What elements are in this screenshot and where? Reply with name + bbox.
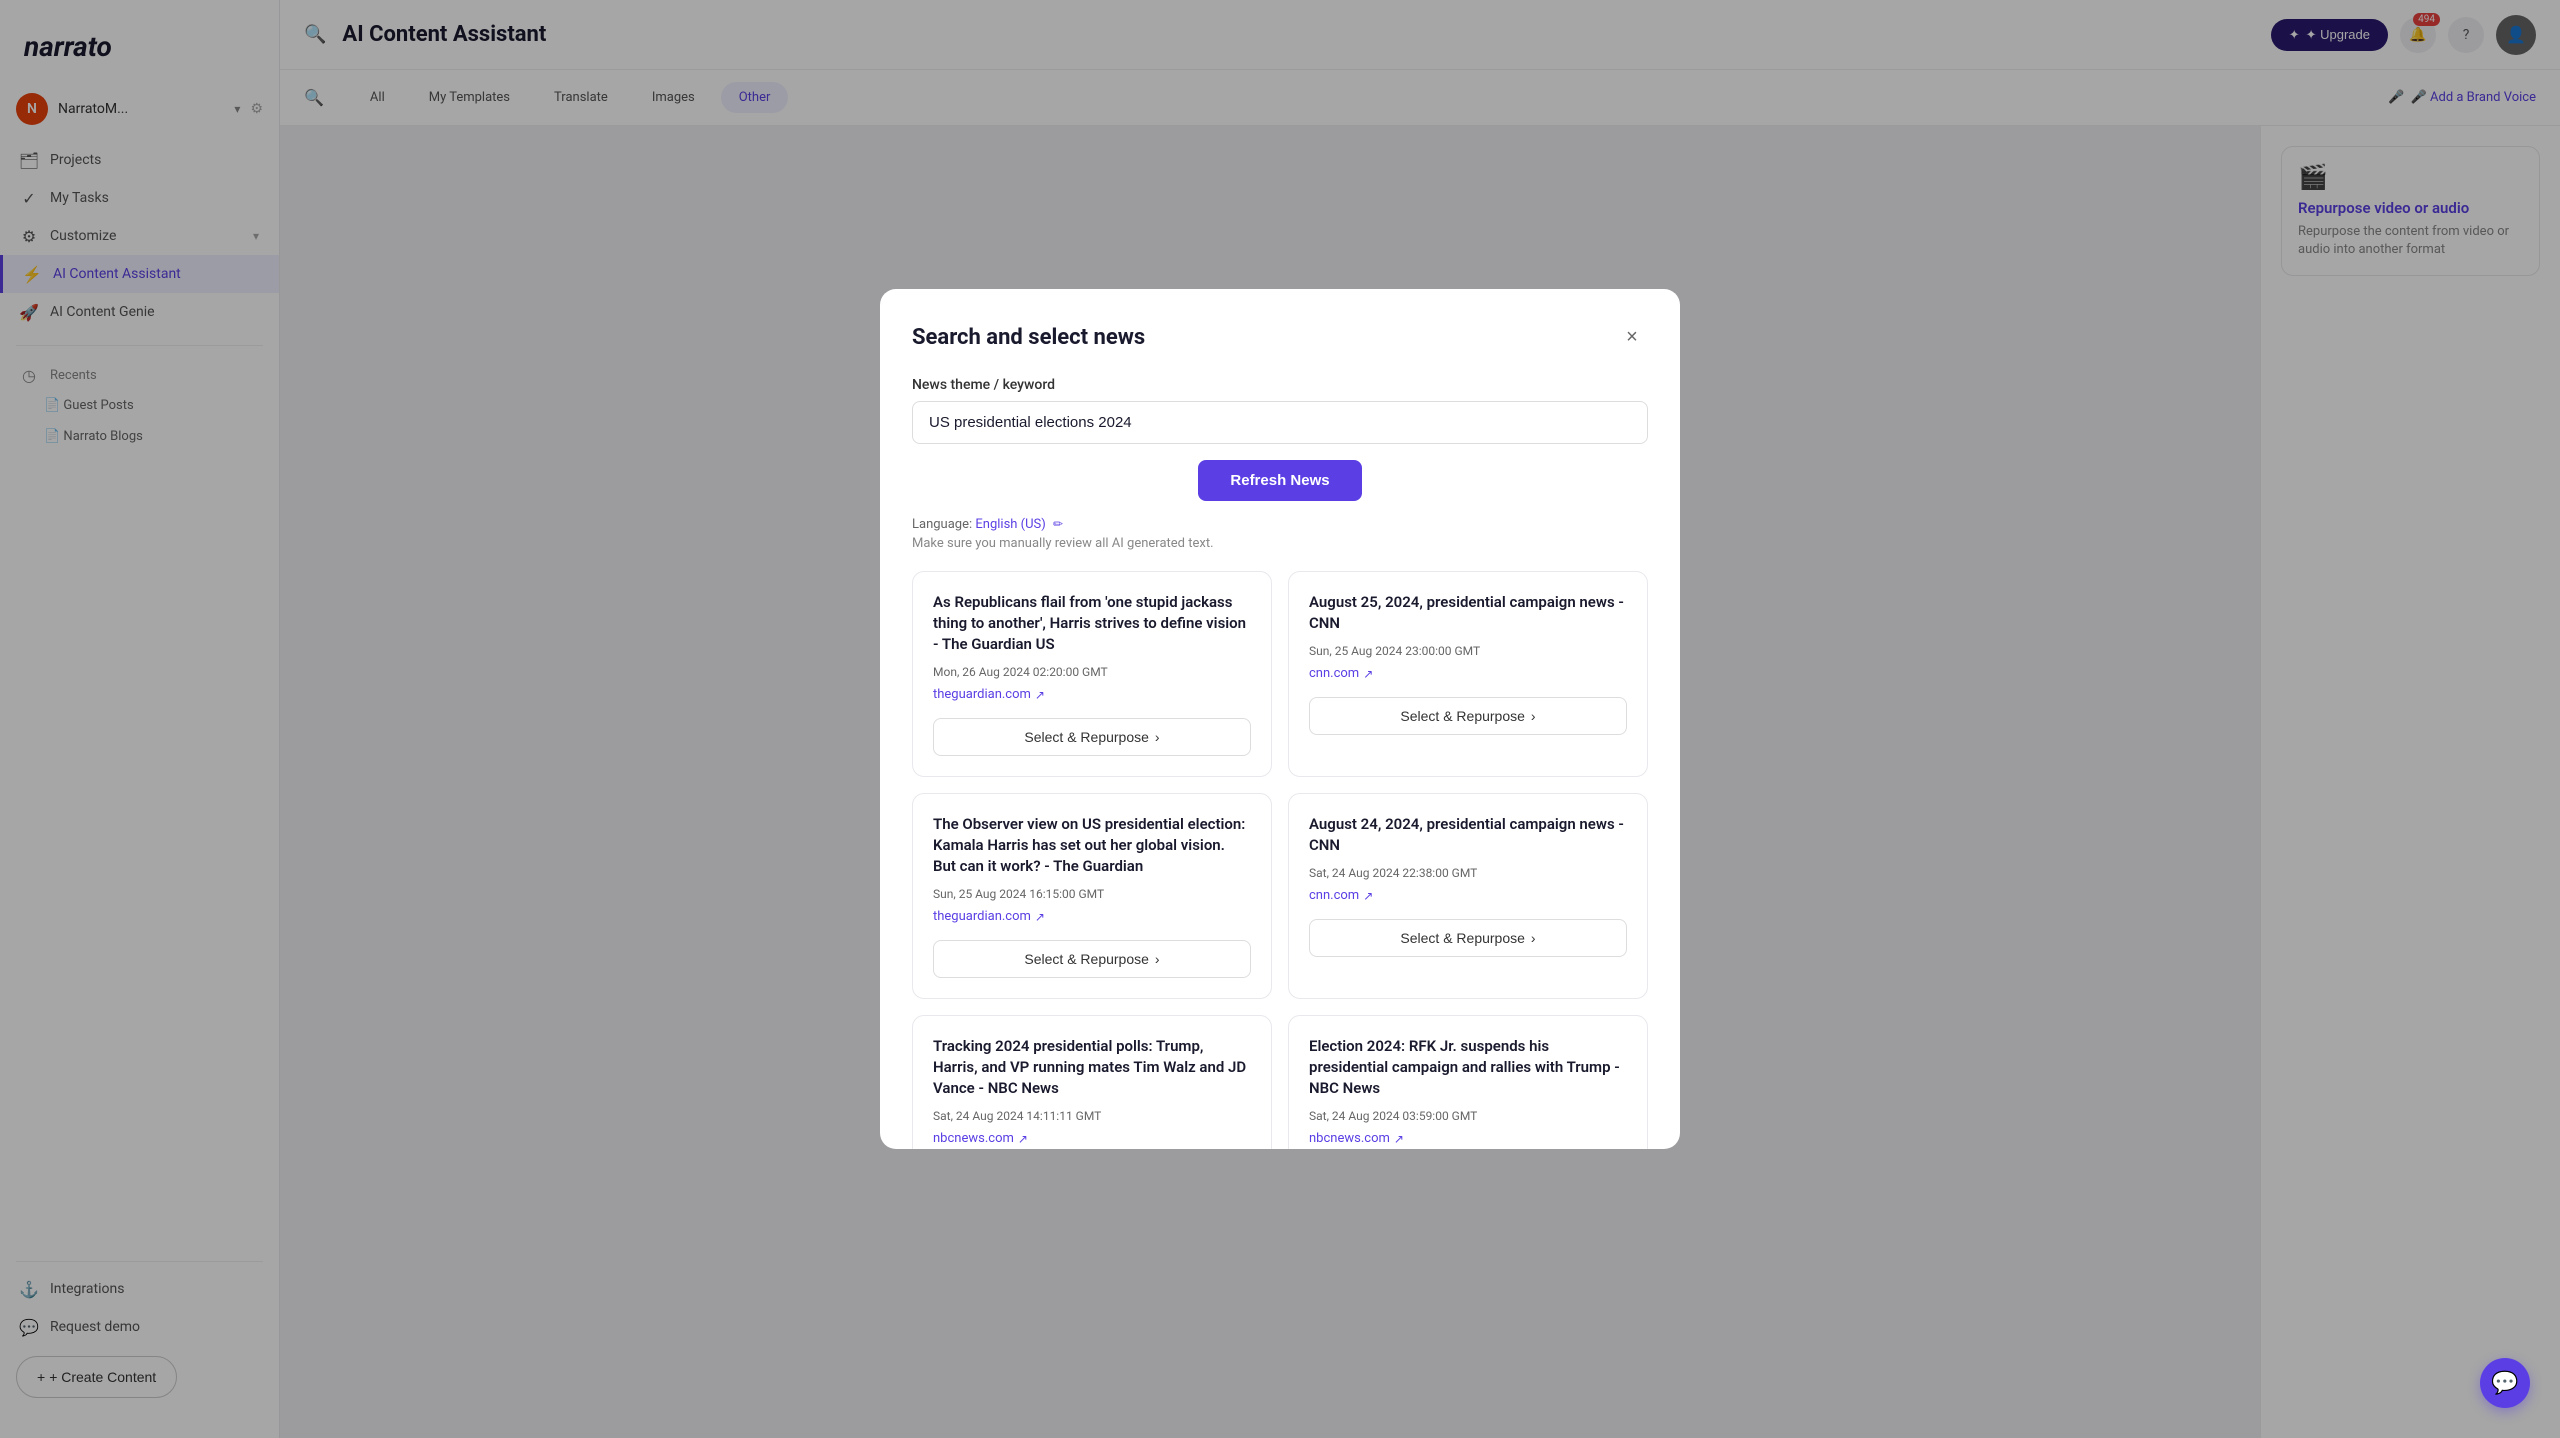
article-5-title: Tracking 2024 presidential polls: Trump,… bbox=[933, 1036, 1251, 1099]
external-link-icon: ↗ bbox=[1363, 889, 1373, 903]
article-3-select-button[interactable]: Select & Repurpose › bbox=[933, 940, 1251, 978]
chat-support-button[interactable]: 💬 bbox=[2480, 1358, 2530, 1408]
article-1-select-button[interactable]: Select & Repurpose › bbox=[933, 718, 1251, 756]
chevron-right-icon: › bbox=[1155, 951, 1160, 967]
news-card-3: The Observer view on US presidential ele… bbox=[912, 793, 1272, 999]
article-6-date: Sat, 24 Aug 2024 03:59:00 GMT bbox=[1309, 1109, 1627, 1123]
language-link[interactable]: English (US) bbox=[975, 517, 1045, 532]
article-3-source[interactable]: theguardian.com ↗ bbox=[933, 909, 1251, 924]
news-field-label: News theme / keyword bbox=[912, 377, 1648, 393]
news-card-5: Tracking 2024 presidential polls: Trump,… bbox=[912, 1015, 1272, 1149]
article-3-date: Sun, 25 Aug 2024 16:15:00 GMT bbox=[933, 887, 1251, 901]
article-6-title: Election 2024: RFK Jr. suspends his pres… bbox=[1309, 1036, 1627, 1099]
article-5-source[interactable]: nbcnews.com ↗ bbox=[933, 1131, 1251, 1146]
disclaimer-text: Make sure you manually review all AI gen… bbox=[912, 536, 1648, 551]
article-1-date: Mon, 26 Aug 2024 02:20:00 GMT bbox=[933, 665, 1251, 679]
article-2-date: Sun, 25 Aug 2024 23:00:00 GMT bbox=[1309, 644, 1627, 658]
article-1-title: As Republicans flail from 'one stupid ja… bbox=[933, 592, 1251, 655]
news-search-input[interactable] bbox=[912, 401, 1648, 444]
news-articles-grid: As Republicans flail from 'one stupid ja… bbox=[912, 571, 1648, 1149]
modal-title: Search and select news bbox=[912, 325, 1145, 350]
article-6-source[interactable]: nbcnews.com ↗ bbox=[1309, 1131, 1627, 1146]
refresh-news-button[interactable]: Refresh News bbox=[1198, 460, 1361, 501]
external-link-icon: ↗ bbox=[1394, 1132, 1404, 1146]
article-2-title: August 25, 2024, presidential campaign n… bbox=[1309, 592, 1627, 634]
language-edit-icon[interactable]: ✏ bbox=[1053, 517, 1063, 531]
external-link-icon: ↗ bbox=[1035, 910, 1045, 924]
article-2-select-button[interactable]: Select & Repurpose › bbox=[1309, 697, 1627, 735]
news-card-1: As Republicans flail from 'one stupid ja… bbox=[912, 571, 1272, 777]
chevron-right-icon: › bbox=[1155, 729, 1160, 745]
modal-close-button[interactable]: × bbox=[1616, 321, 1648, 353]
article-2-source[interactable]: cnn.com ↗ bbox=[1309, 666, 1627, 681]
language-row: Language: English (US) ✏ bbox=[912, 517, 1648, 532]
article-5-date: Sat, 24 Aug 2024 14:11:11 GMT bbox=[933, 1109, 1251, 1123]
chevron-right-icon: › bbox=[1531, 708, 1536, 724]
news-card-6: Election 2024: RFK Jr. suspends his pres… bbox=[1288, 1015, 1648, 1149]
article-4-title: August 24, 2024, presidential campaign n… bbox=[1309, 814, 1627, 856]
news-card-4: August 24, 2024, presidential campaign n… bbox=[1288, 793, 1648, 999]
article-4-select-button[interactable]: Select & Repurpose › bbox=[1309, 919, 1627, 957]
article-4-source[interactable]: cnn.com ↗ bbox=[1309, 888, 1627, 903]
chevron-right-icon: › bbox=[1531, 930, 1536, 946]
news-card-2: August 25, 2024, presidential campaign n… bbox=[1288, 571, 1648, 777]
article-4-date: Sat, 24 Aug 2024 22:38:00 GMT bbox=[1309, 866, 1627, 880]
article-1-source[interactable]: theguardian.com ↗ bbox=[933, 687, 1251, 702]
external-link-icon: ↗ bbox=[1035, 688, 1045, 702]
news-modal: Search and select news × News theme / ke… bbox=[880, 289, 1680, 1149]
modal-header: Search and select news × bbox=[912, 321, 1648, 353]
external-link-icon: ↗ bbox=[1363, 667, 1373, 681]
external-link-icon: ↗ bbox=[1018, 1132, 1028, 1146]
chat-icon-symbol: 💬 bbox=[2491, 1371, 2518, 1396]
article-3-title: The Observer view on US presidential ele… bbox=[933, 814, 1251, 877]
